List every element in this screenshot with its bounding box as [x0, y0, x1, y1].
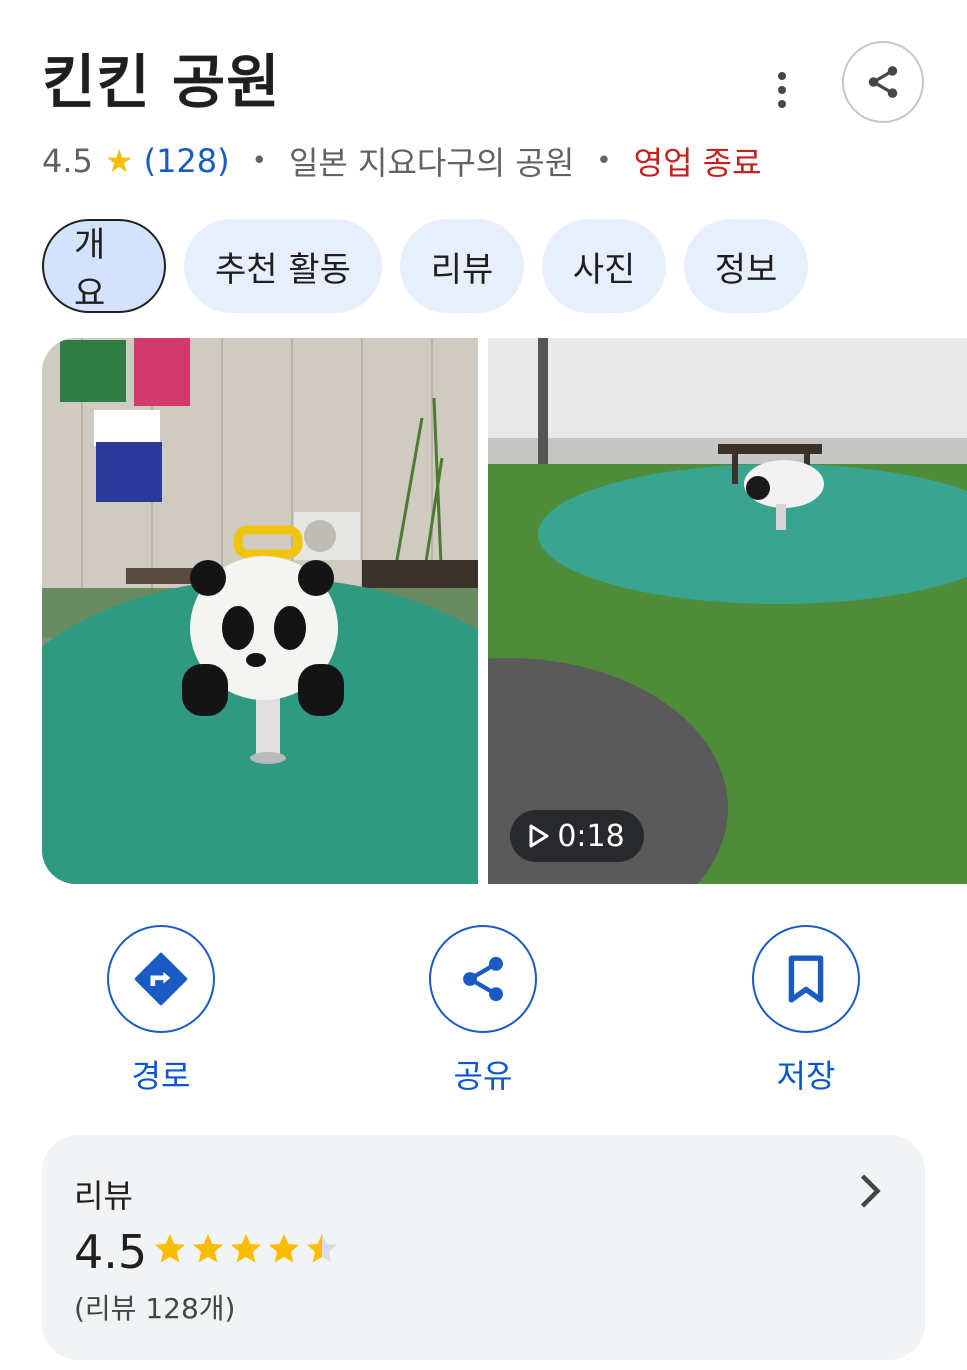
place-meta: 4.5 ★ (128) • 일본 지요다구의 공원 • 영업 종료: [42, 138, 762, 184]
share-label: 공유: [453, 1057, 513, 1095]
video-thumbnail[interactable]: 0:18: [488, 338, 967, 884]
place-category: 일본 지요다구의 공원: [288, 144, 575, 182]
rating-value: 4.5: [42, 142, 93, 180]
share-button[interactable]: 공유: [403, 925, 563, 1097]
more-options-button[interactable]: [762, 66, 802, 114]
review-count-link[interactable]: (128): [144, 142, 230, 180]
chevron-right-icon: [860, 1174, 881, 1208]
reviews-count: (리뷰 128개): [74, 1292, 236, 1325]
video-duration: 0:18: [557, 818, 625, 854]
header-share-button[interactable]: [842, 41, 924, 123]
share-icon: [463, 956, 503, 1002]
save-label: 저장: [776, 1057, 836, 1095]
star-icon: ★: [104, 142, 134, 180]
photo-panda-rider[interactable]: [42, 338, 478, 884]
action-row: 경로 공유 저장: [0, 925, 967, 1095]
separator-dot: •: [251, 146, 267, 176]
star-icon: [193, 1234, 223, 1263]
reviews-score: 4.5: [74, 1225, 148, 1279]
reviews-title: 리뷰: [74, 1177, 133, 1215]
tab-overview[interactable]: 개요: [42, 219, 166, 314]
share-icon: [868, 66, 898, 98]
star-icon: [307, 1234, 337, 1263]
directions-label: 경로: [131, 1057, 191, 1095]
star-icon: [155, 1234, 185, 1263]
tab-photos[interactable]: 사진: [542, 219, 666, 313]
video-duration-badge: 0:18: [510, 810, 644, 862]
tab-info[interactable]: 정보: [684, 219, 808, 313]
play-icon: [529, 824, 549, 848]
star-rating: [152, 1231, 340, 1271]
star-icon: [269, 1234, 299, 1263]
place-title: 킨킨 공원: [42, 48, 281, 116]
tab-recommended[interactable]: 추천 활동: [184, 219, 382, 313]
open-status: 영업 종료: [633, 144, 762, 182]
tab-reviews[interactable]: 리뷰: [400, 219, 524, 313]
tab-bar: 개요 추천 활동 리뷰 사진 정보: [42, 219, 808, 314]
directions-button[interactable]: 경로: [81, 925, 241, 1097]
save-button[interactable]: 저장: [726, 925, 886, 1097]
reviews-card[interactable]: 리뷰 4.5 (리뷰 128개): [42, 1135, 925, 1360]
more-vert-icon: [778, 72, 786, 80]
separator-dot: •: [596, 146, 612, 176]
bookmark-icon: [788, 955, 824, 1003]
star-icon: [231, 1234, 261, 1263]
directions-icon: [134, 952, 188, 1006]
